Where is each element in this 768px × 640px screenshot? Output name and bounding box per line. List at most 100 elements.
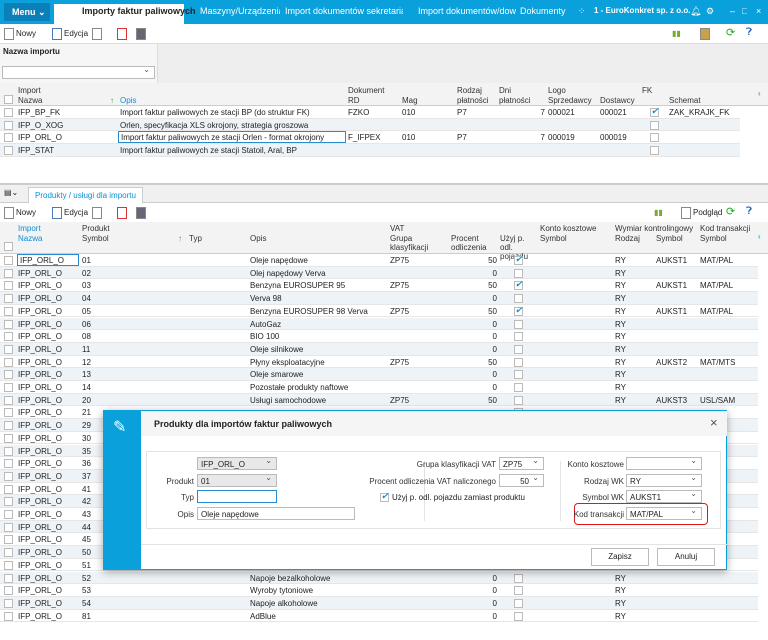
col-nazwa[interactable]: Nazwa	[18, 234, 42, 243]
uzyj-checkbox[interactable]	[514, 573, 523, 583]
col-mag[interactable]: Mag	[402, 96, 418, 105]
grupa-select[interactable]: ZP75	[499, 456, 544, 470]
row-checkbox[interactable]	[4, 421, 13, 431]
table-row[interactable]: IFP_STAT Import faktur paliwowych ze stac…	[0, 144, 740, 157]
collapse-icon[interactable]: ‹	[758, 232, 761, 241]
row-checkbox[interactable]	[4, 548, 13, 558]
cancel-button[interactable]: Anuluj	[657, 548, 715, 566]
uzyj-checkbox[interactable]	[514, 598, 523, 608]
col-rodzaj[interactable]: Rodzaj	[615, 234, 640, 243]
new-button[interactable]: Nowy	[16, 208, 36, 217]
apps-icon[interactable]: ⁘	[578, 6, 586, 17]
tab-produkty[interactable]: Produkty / usługi dla importu	[28, 187, 143, 203]
row-checkbox[interactable]	[4, 433, 13, 443]
row-checkbox[interactable]	[4, 459, 13, 469]
table-row[interactable]: IFP_ORL_O 04 Verva 98 0 RY	[0, 292, 758, 305]
uzyj-checkbox[interactable]	[380, 491, 389, 502]
row-checkbox[interactable]	[4, 319, 13, 329]
symbol-wk-select[interactable]: AUKST1	[626, 489, 702, 503]
table-row[interactable]: IFP_O_XOG Orlen, specyfikacja XLS okrojon…	[0, 118, 740, 132]
table-row[interactable]: IFP_ORL_O 02 Olej napędowy Verva 0 RY	[0, 266, 758, 280]
col-kod[interactable]: Symbol	[700, 234, 727, 243]
row-checkbox[interactable]	[4, 586, 13, 596]
row-checkbox[interactable]	[4, 332, 13, 342]
menu-button[interactable]: Menu ⌄	[4, 3, 50, 21]
row-checkbox[interactable]	[4, 484, 13, 494]
row-checkbox[interactable]	[4, 522, 13, 532]
tab-dokumenty[interactable]: Dokumenty	[520, 6, 566, 16]
row-checkbox[interactable]	[4, 611, 13, 621]
col-dostawcy[interactable]: Dostawcy	[600, 96, 635, 105]
row-checkbox[interactable]	[4, 560, 13, 570]
layout-icon[interactable]	[700, 28, 710, 40]
table-row[interactable]: IFP_ORL_O 11 Oleje silnikowe 0 RY	[0, 342, 758, 356]
filter-icon[interactable]	[92, 28, 102, 40]
col-schemat[interactable]: Schemat	[669, 96, 701, 105]
uzyj-checkbox[interactable]	[514, 344, 523, 354]
close-icon[interactable]: ×	[710, 415, 718, 430]
print-icon[interactable]	[136, 28, 146, 40]
table-row[interactable]: IFP_ORL_O 53 Wyroby tytoniowe 0 RY	[0, 584, 758, 597]
row-checkbox[interactable]	[4, 370, 13, 380]
table-row[interactable]: IFP_ORL_O Import faktur paliwowych ze sta…	[0, 131, 740, 145]
uzyj-checkbox[interactable]	[514, 370, 523, 380]
preview-button[interactable]: Podgląd	[693, 208, 722, 217]
col-dni[interactable]: płatności	[499, 96, 531, 105]
table-row[interactable]: IFP_ORL_O 08 BIO 100 0 RY	[0, 330, 758, 343]
row-checkbox[interactable]	[4, 573, 13, 583]
uzyj-checkbox[interactable]	[514, 383, 523, 392]
table-row[interactable]: IFP_ORL_O 03 Benzyna EUROSUPER 95 ZP75 50 RY A…	[0, 279, 758, 293]
kod-transakcji-select[interactable]: MAT/PAL	[626, 506, 702, 520]
row-checkbox[interactable]	[4, 306, 13, 316]
col-opis[interactable]: Opis	[120, 96, 136, 105]
uzyj-checkbox[interactable]	[514, 279, 523, 291]
tab-import-sekretariatu[interactable]: Import dokumentów sekretariatu	[285, 6, 403, 16]
row-checkbox[interactable]	[4, 344, 13, 354]
help-icon[interactable]: ❓︎	[746, 27, 752, 38]
produkt-select[interactable]: 01	[197, 473, 277, 487]
row-checkbox[interactable]	[4, 383, 13, 392]
bell-icon[interactable]: 🔔︎	[690, 6, 701, 17]
select-all-checkbox[interactable]	[4, 242, 13, 251]
row-checkbox[interactable]	[4, 446, 13, 456]
row-checkbox[interactable]	[4, 294, 13, 304]
table-row[interactable]: IFP_ORL_O 12 Płyny eksploatacyjne ZP75 50 RY A…	[0, 356, 758, 369]
uzyj-checkbox[interactable]	[514, 319, 523, 329]
uzyj-checkbox[interactable]	[514, 332, 523, 342]
col-typ[interactable]: Typ	[189, 234, 202, 243]
table-row[interactable]: IFP_ORL_O 81 AdBlue 0 RY	[0, 610, 758, 623]
opis-input[interactable]: Oleje napędowe	[197, 507, 355, 520]
row-checkbox[interactable]	[4, 497, 13, 507]
filter-icon[interactable]	[92, 207, 102, 219]
row-checkbox[interactable]	[4, 146, 13, 156]
col-symbol-wk[interactable]: Symbol	[656, 234, 683, 243]
col-nazwa[interactable]: Nazwa	[18, 96, 42, 105]
row-checkbox[interactable]	[4, 256, 13, 265]
row-checkbox[interactable]	[4, 357, 13, 367]
delete-icon[interactable]	[117, 28, 127, 40]
uzyj-checkbox[interactable]	[514, 586, 523, 596]
col-rd[interactable]: RD	[348, 96, 360, 105]
uzyj-checkbox[interactable]	[514, 395, 523, 405]
row-checkbox[interactable]	[4, 281, 13, 291]
procent-select[interactable]: 50	[499, 473, 544, 487]
konto-select[interactable]	[626, 456, 702, 470]
maximize-icon[interactable]: □	[742, 6, 747, 16]
table-row[interactable]: IFP_ORL_O 06 AutoGaz 0 RY	[0, 317, 758, 331]
row-checkbox[interactable]	[4, 120, 13, 130]
gear-icon[interactable]: ⚙	[706, 6, 714, 17]
help-icon[interactable]: ❓︎	[746, 206, 752, 217]
uzyj-checkbox[interactable]	[514, 254, 523, 265]
minimize-icon[interactable]: –	[730, 6, 735, 16]
uzyj-checkbox[interactable]	[514, 357, 523, 367]
view-icon[interactable]: ▤⌄	[4, 188, 18, 197]
table-row[interactable]: IFP_ORL_O 05 Benzyna EUROSUPER 98 Verva ZP7…	[0, 305, 758, 318]
col-grupa[interactable]: Grupa klasyfikacji	[390, 234, 440, 252]
tab-label[interactable]: Importy faktur paliwowych	[82, 6, 196, 16]
uzyj-checkbox[interactable]	[514, 268, 523, 278]
row-checkbox[interactable]	[4, 133, 13, 143]
fk-checkbox[interactable]	[650, 146, 659, 156]
row-checkbox[interactable]	[4, 268, 13, 278]
save-button[interactable]: Zapisz	[591, 548, 649, 566]
row-checkbox[interactable]	[4, 535, 13, 545]
